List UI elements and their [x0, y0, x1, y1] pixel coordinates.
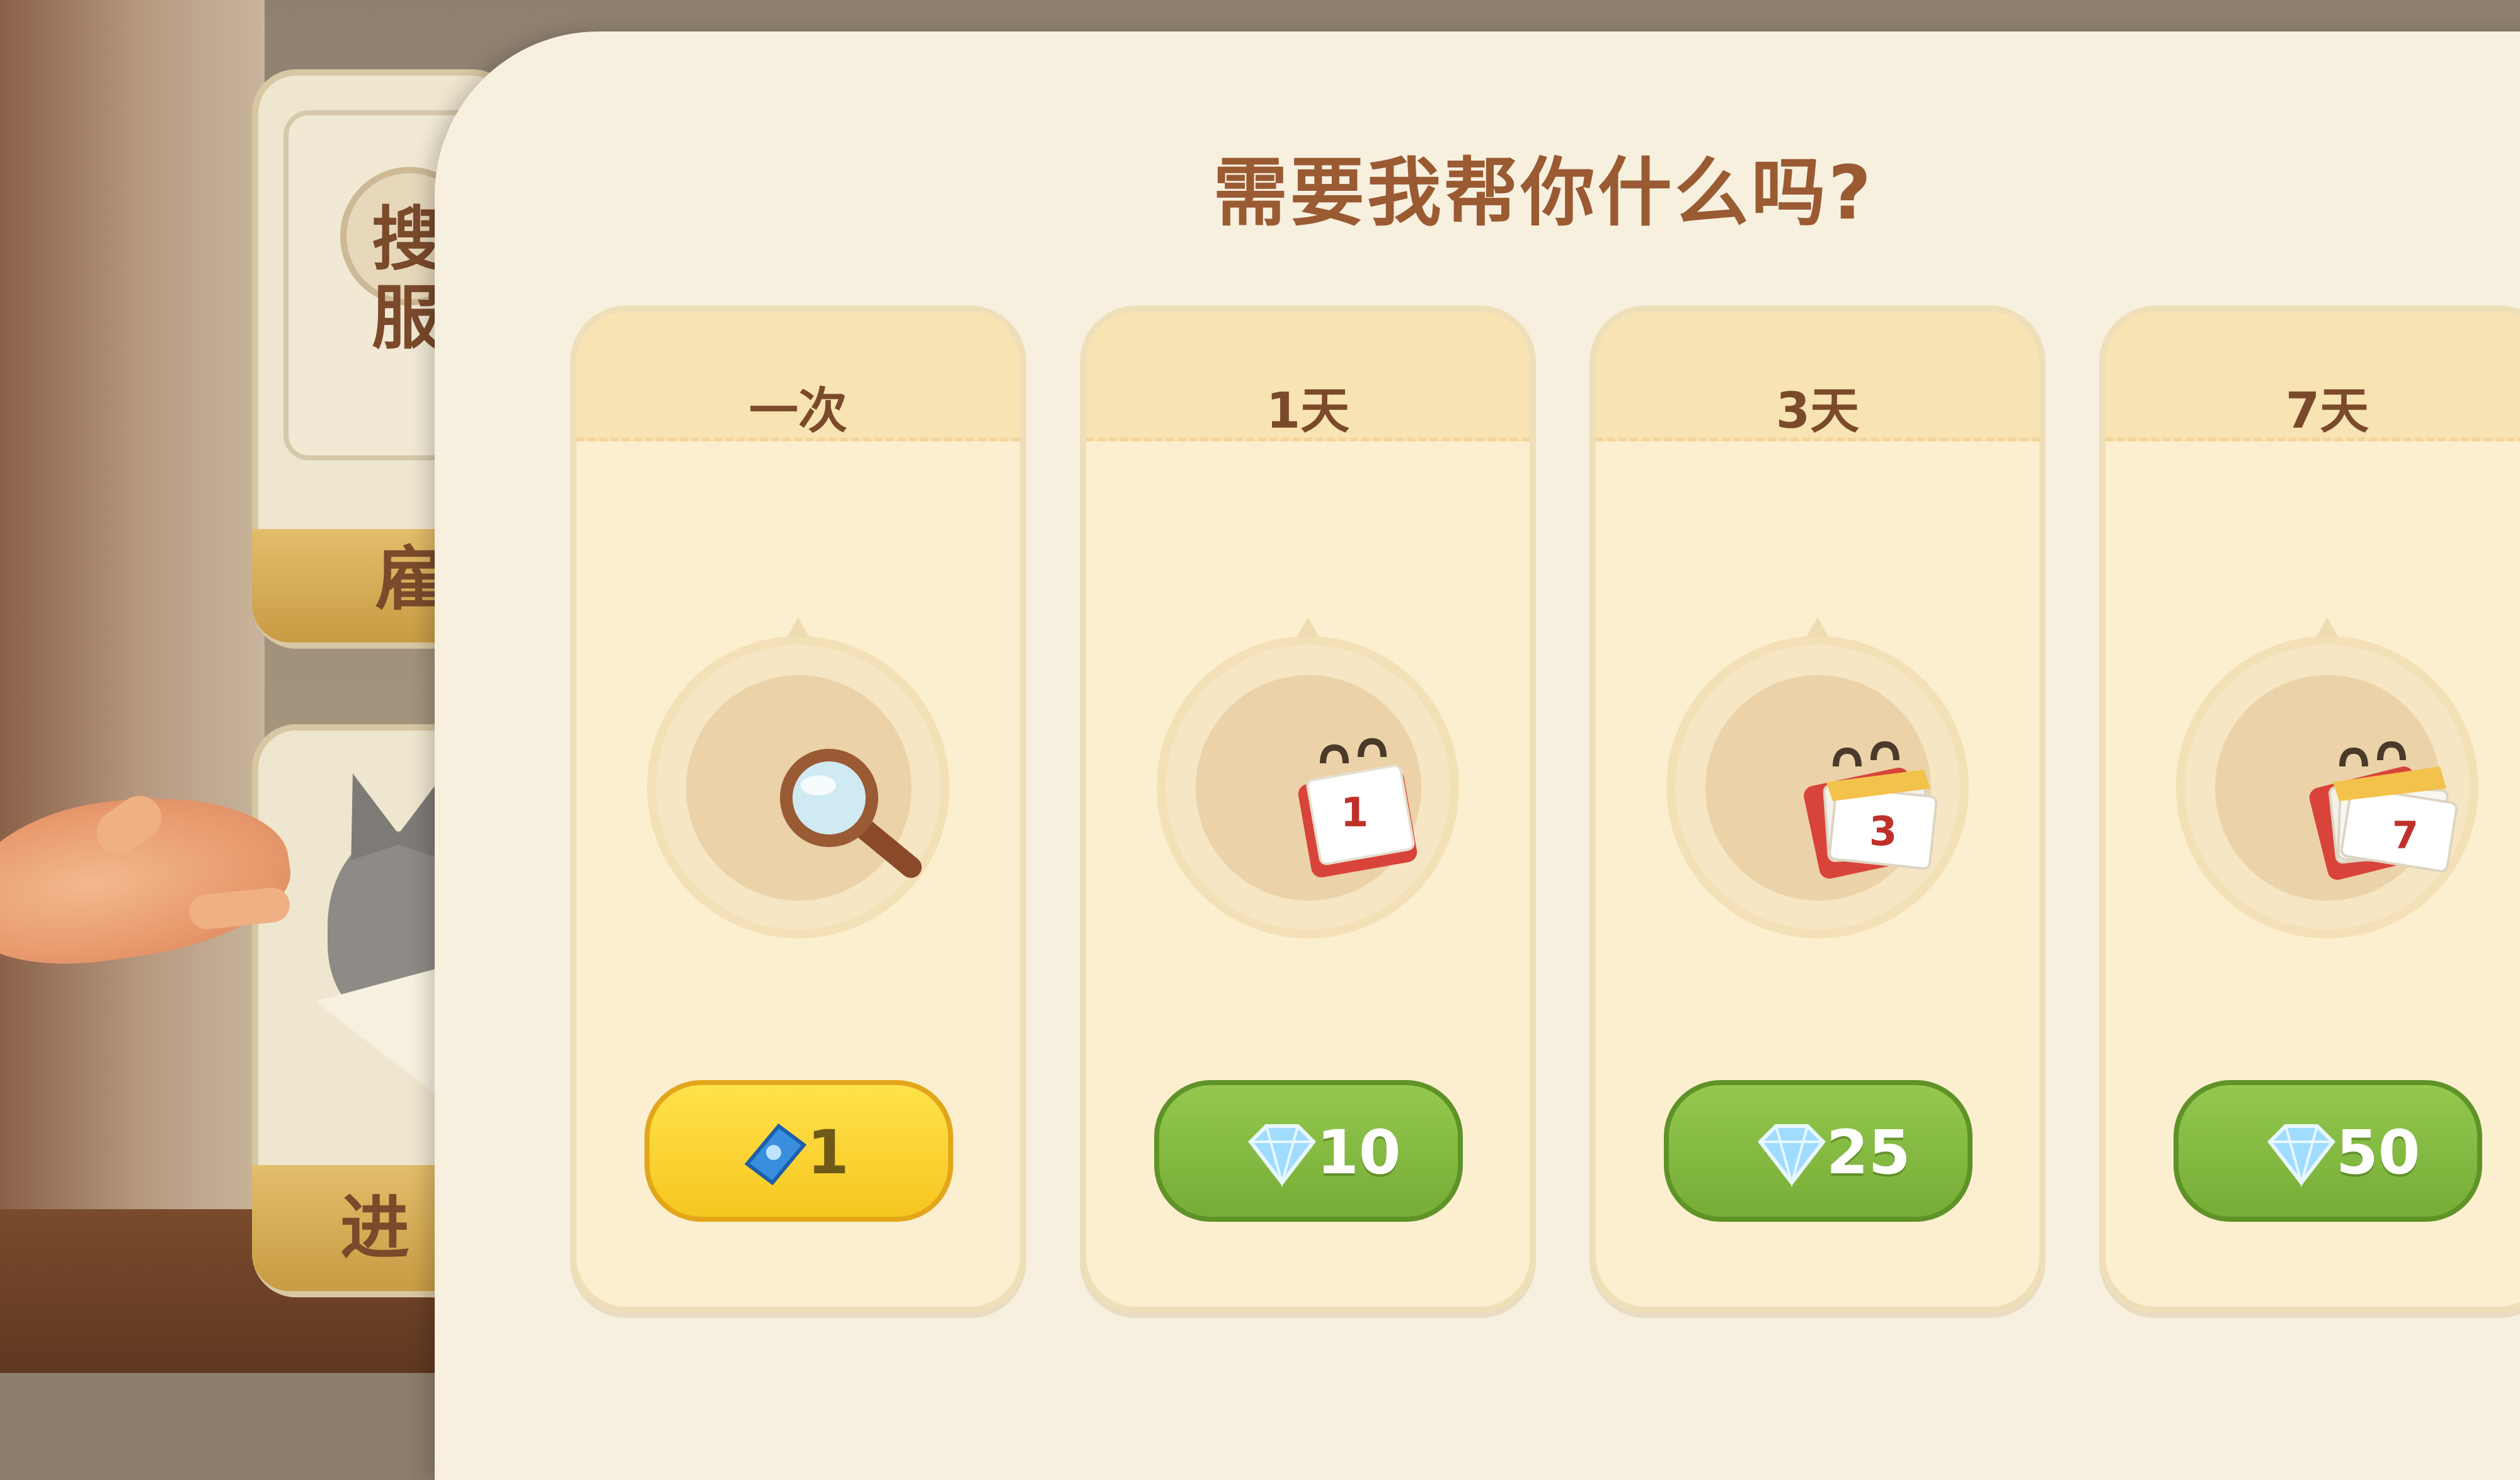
calendar-number: 7 — [2392, 814, 2419, 858]
diamond-icon — [1248, 1124, 1316, 1188]
diamond-icon — [2267, 1124, 2335, 1188]
background-wall-left — [0, 0, 265, 1373]
calendar-7-icon: 7 — [2309, 741, 2458, 880]
background-board-char: 服 — [372, 278, 441, 358]
medal-inner — [686, 675, 922, 901]
price-label: 50 — [2336, 1117, 2420, 1188]
option-card-7-days[interactable]: 7天 7 50 — [2099, 305, 2520, 1313]
price-button-7-days[interactable]: 50 — [2174, 1080, 2482, 1222]
card-medal: 1 — [1157, 617, 1459, 938]
medal-spike — [2316, 617, 2339, 637]
price-label: 25 — [1826, 1117, 1911, 1188]
diamond-icon — [1758, 1124, 1826, 1188]
option-card-3-days[interactable]: 3天 3 25 — [1589, 305, 2046, 1313]
calendar-3-icon: 3 — [1804, 741, 1938, 879]
medal-spike — [1806, 617, 1829, 637]
card-label: 7天 — [2285, 383, 2369, 440]
calendar-1-icon: 1 — [1298, 738, 1418, 878]
medal-inner: 1 — [1196, 675, 1421, 901]
ticket-icon — [744, 1123, 807, 1186]
dialog-title: 需要我帮你什么吗? — [1213, 149, 1874, 236]
card-label: 3天 — [1775, 383, 1860, 440]
calendar-number: 3 — [1869, 809, 1898, 855]
calendar-number: 1 — [1341, 790, 1369, 836]
option-card-1-day[interactable]: 1天 1 10 — [1080, 305, 1536, 1313]
medal-inner: 7 — [2215, 675, 2458, 901]
medal-spike — [1297, 617, 1319, 637]
price-button-once[interactable]: 1 — [644, 1080, 953, 1222]
option-card-once[interactable]: 一次 1 — [570, 305, 1026, 1313]
card-label: 一次 — [748, 383, 847, 440]
medal-inner: 3 — [1705, 675, 1938, 901]
card-medal — [647, 617, 949, 938]
price-button-3-days[interactable]: 25 — [1664, 1080, 1973, 1222]
price-button-1-day[interactable]: 10 — [1154, 1080, 1463, 1222]
price-label: 1 — [807, 1117, 849, 1188]
background-board-char: 搜 — [372, 199, 441, 280]
medal-spike — [787, 617, 810, 637]
card-medal: 7 — [2176, 617, 2478, 938]
background-board-char: 雇 — [375, 539, 444, 620]
price-label: 10 — [1317, 1117, 1401, 1188]
background-board-char: 进 — [340, 1188, 410, 1268]
magnifying-glass-icon — [780, 749, 922, 878]
card-medal: 3 — [1666, 617, 1969, 938]
card-label: 1天 — [1266, 383, 1350, 440]
